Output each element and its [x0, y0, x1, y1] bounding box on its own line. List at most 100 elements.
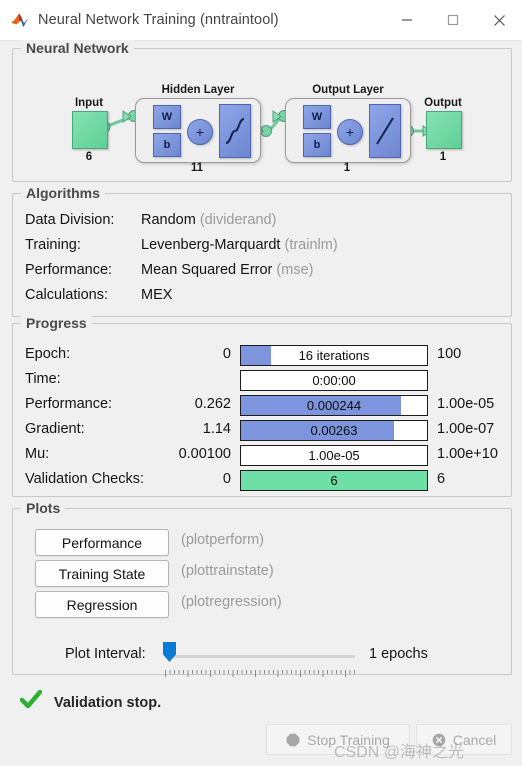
progress-start-value: 0.00100 — [178, 446, 231, 462]
progress-bar: 0:00:00 — [240, 370, 428, 391]
progress-bar: 1.00e-05 — [240, 445, 428, 466]
minimize-button[interactable] — [384, 0, 430, 40]
progress-row-epoch: Epoch: 0 16 iterations 100 — [13, 345, 511, 366]
output-layer-count: 1 — [343, 162, 351, 174]
window-title: Neural Network Training (nntraintool) — [38, 12, 279, 28]
progress-start-value: 0.262 — [194, 396, 231, 412]
progress-bar-text: 0.00263 — [310, 423, 358, 438]
performance-plot-button[interactable]: Performance — [35, 529, 169, 556]
close-button[interactable] — [476, 0, 522, 40]
algorithm-key: Data Division: — [25, 212, 115, 228]
cancel-circle-icon — [432, 733, 446, 747]
progress-bar: 16 iterations — [240, 345, 428, 366]
progress-goal-value: 1.00e-07 — [437, 421, 495, 437]
progress-label: Mu: — [25, 446, 50, 462]
progress-goal-value: 1.00e+10 — [437, 446, 498, 462]
algorithm-value: MEX — [141, 287, 172, 303]
plots-panel-title: Plots — [21, 500, 66, 516]
plot-interval-slider-track[interactable] — [165, 655, 355, 658]
plots-panel: Plots Performance (plotperform) Training… — [12, 500, 512, 677]
algorithm-value: Levenberg-Marquardt (trainlm) — [141, 237, 338, 253]
hidden-layer-count: 11 — [190, 162, 204, 174]
progress-label: Performance: — [25, 396, 113, 412]
network-diagram: Input 6 Hidden Layer W b + 11 Output Lay… — [13, 49, 511, 181]
output-layer-label: Output Layer — [312, 84, 384, 96]
progress-bar-text: 0.000244 — [306, 398, 362, 413]
stop-training-button[interactable]: Stop Training — [266, 724, 410, 755]
matlab-membrane-icon — [10, 10, 30, 30]
output-sum-node: + — [337, 119, 363, 145]
algorithm-value: Random (dividerand) — [141, 212, 276, 228]
progress-label: Validation Checks: — [25, 471, 145, 487]
progress-row-performance: Performance: 0.262 0.000244 1.00e-05 — [13, 395, 511, 416]
progress-goal-value: 1.00e-05 — [437, 396, 495, 412]
hidden-weight-box: W — [153, 105, 181, 129]
green-check-icon — [19, 689, 43, 715]
progress-bar: 0.00263 — [240, 420, 428, 441]
algorithm-function: (dividerand) — [199, 212, 277, 228]
neural-network-panel: Neural Network Input 6 Hidden Layer W b … — [12, 40, 512, 182]
input-block — [72, 111, 108, 149]
algorithm-key: Performance: — [25, 262, 113, 278]
progress-row-time: Time: 0:00:00 — [13, 370, 511, 391]
output-bias-box: b — [303, 133, 331, 157]
algorithms-panel-title: Algorithms — [21, 185, 105, 201]
training-state-plot-button[interactable]: Training State — [35, 560, 169, 587]
progress-goal-value: 100 — [437, 346, 462, 362]
regression-plot-function: (plotregression) — [181, 594, 282, 610]
window-titlebar: Neural Network Training (nntraintool) — [0, 0, 522, 41]
algorithm-value-text: Random — [141, 212, 196, 228]
algorithm-value-text: Levenberg-Marquardt — [141, 237, 281, 253]
progress-row-gradient: Gradient: 1.14 0.00263 1.00e-07 — [13, 420, 511, 441]
plot-interval-value: 1 epochs — [369, 646, 428, 662]
algorithm-function: (mse) — [276, 262, 314, 278]
progress-panel-title: Progress — [21, 315, 92, 331]
progress-bar-text: 16 iterations — [298, 348, 370, 363]
cancel-label: Cancel — [452, 731, 497, 748]
algorithms-panel: Algorithms Data Division: Random (divide… — [12, 185, 512, 317]
progress-start-value: 0 — [222, 471, 231, 487]
dialog-footer: Stop Training Cancel — [0, 724, 522, 755]
progress-row-mu: Mu: 0.00100 1.00e-05 1.00e+10 — [13, 445, 511, 466]
progress-panel: Progress Epoch: 0 16 iterations 100 Time… — [12, 315, 512, 497]
maximize-button[interactable] — [430, 0, 476, 40]
plot-interval-slider-ticks — [165, 664, 355, 677]
algorithm-value-text: Mean Squared Error — [141, 262, 273, 278]
progress-label: Gradient: — [25, 421, 85, 437]
stop-sign-icon — [286, 733, 300, 747]
output-block — [426, 111, 462, 149]
hidden-layer-label: Hidden Layer — [161, 84, 235, 96]
algorithm-value-text: MEX — [141, 287, 173, 303]
progress-bar-text: 0:00:00 — [312, 373, 356, 388]
training-status: Validation stop. — [19, 689, 162, 715]
progress-bar: 6 — [240, 470, 428, 491]
progress-bar: 0.000244 — [240, 395, 428, 416]
progress-label: Time: — [25, 371, 61, 387]
algorithm-value: Mean Squared Error (mse) — [141, 262, 313, 278]
algorithm-function: (trainlm) — [284, 237, 338, 253]
output-weight-box: W — [303, 105, 331, 129]
progress-label: Epoch: — [25, 346, 71, 362]
hidden-sum-node: + — [187, 119, 213, 145]
hidden-bias-box: b — [153, 133, 181, 157]
stop-training-label: Stop Training — [307, 731, 390, 748]
algorithm-key: Training: — [25, 237, 81, 253]
input-count: 6 — [85, 151, 93, 163]
training-status-text: Validation stop. — [54, 694, 162, 711]
algorithm-key: Calculations: — [25, 287, 109, 303]
plot-interval-label: Plot Interval: — [65, 646, 146, 662]
window-controls — [384, 0, 522, 40]
progress-row-validation-checks: Validation Checks: 0 6 6 — [13, 470, 511, 491]
performance-plot-function: (plotperform) — [181, 532, 264, 548]
cancel-button[interactable]: Cancel — [416, 724, 512, 755]
progress-bar-text: 6 — [330, 473, 338, 488]
regression-plot-button[interactable]: Regression — [35, 591, 169, 618]
input-label: Input — [74, 97, 104, 109]
output-label: Output — [424, 97, 462, 109]
progress-start-value: 0 — [222, 346, 231, 362]
hidden-activation-sigmoid-icon — [219, 104, 251, 158]
progress-bar-text: 1.00e-05 — [308, 448, 360, 463]
output-count: 1 — [439, 151, 447, 163]
plot-interval-slider-thumb[interactable] — [163, 642, 176, 662]
output-activation-linear-icon — [369, 104, 401, 158]
